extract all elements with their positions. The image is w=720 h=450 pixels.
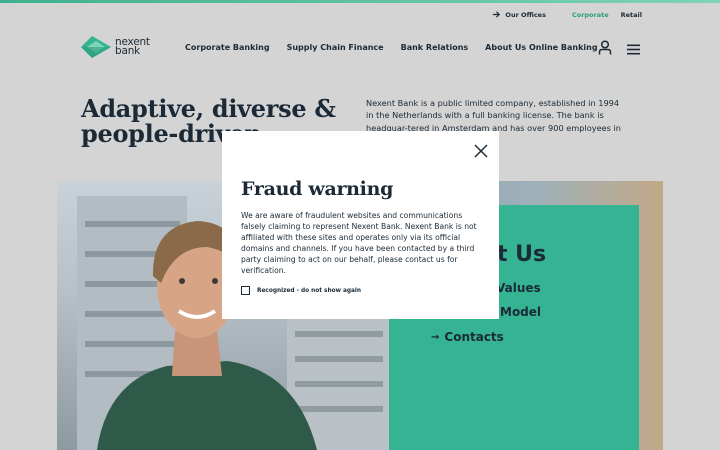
top-accent-bar	[0, 0, 720, 3]
nav-item-bank-relations[interactable]: Bank Relations	[401, 43, 469, 52]
fraud-warning-modal: Fraud warning We are aware of fraudulent…	[222, 131, 499, 319]
online-banking-link[interactable]: Online Banking	[529, 43, 598, 52]
modal-title: Fraud warning	[241, 178, 394, 200]
our-offices-link[interactable]: Our Offices	[492, 10, 546, 19]
logo-mark-icon	[81, 36, 111, 58]
nav-item-about-us[interactable]: About Us	[485, 43, 526, 52]
retail-link[interactable]: Retail	[621, 11, 642, 19]
dont-show-again-checkbox[interactable]	[241, 286, 250, 295]
hero-title-line-1: Adaptive, diverse &	[81, 94, 336, 123]
close-icon[interactable]	[474, 144, 488, 158]
contacts-link[interactable]: → Contacts	[431, 330, 504, 344]
our-offices-label: Our Offices	[505, 10, 546, 19]
arrow-right-icon: →	[431, 331, 440, 343]
main-nav: Corporate Banking Supply Chain Finance B…	[185, 43, 526, 52]
nav-item-supply-chain-finance[interactable]: Supply Chain Finance	[287, 43, 384, 52]
values-link[interactable]: Values	[496, 281, 541, 295]
modal-body: We are aware of fraudulent websites and …	[241, 211, 477, 275]
arrow-right-icon	[493, 11, 501, 18]
nav-item-corporate-banking[interactable]: Corporate Banking	[185, 43, 270, 52]
user-icon[interactable]	[598, 40, 612, 55]
logo-wordmark: nexent bank	[115, 37, 150, 57]
nexent-bank-logo[interactable]: nexent bank	[81, 36, 150, 58]
contacts-link-label: Contacts	[444, 330, 504, 344]
model-link[interactable]: Model	[500, 305, 541, 319]
dont-show-again-label: Recognized - do not show again	[257, 287, 362, 294]
model-link-label: Model	[500, 305, 542, 319]
values-link-label: Values	[496, 281, 541, 295]
utility-bar: Our Offices Corporate Retail	[492, 10, 642, 19]
dont-show-again-option[interactable]: Recognized - do not show again	[241, 286, 361, 295]
corporate-link[interactable]: Corporate	[572, 11, 609, 19]
hamburger-menu-icon[interactable]	[627, 44, 640, 55]
logo-line-2: bank	[115, 45, 141, 57]
card-title: t Us	[497, 242, 547, 267]
